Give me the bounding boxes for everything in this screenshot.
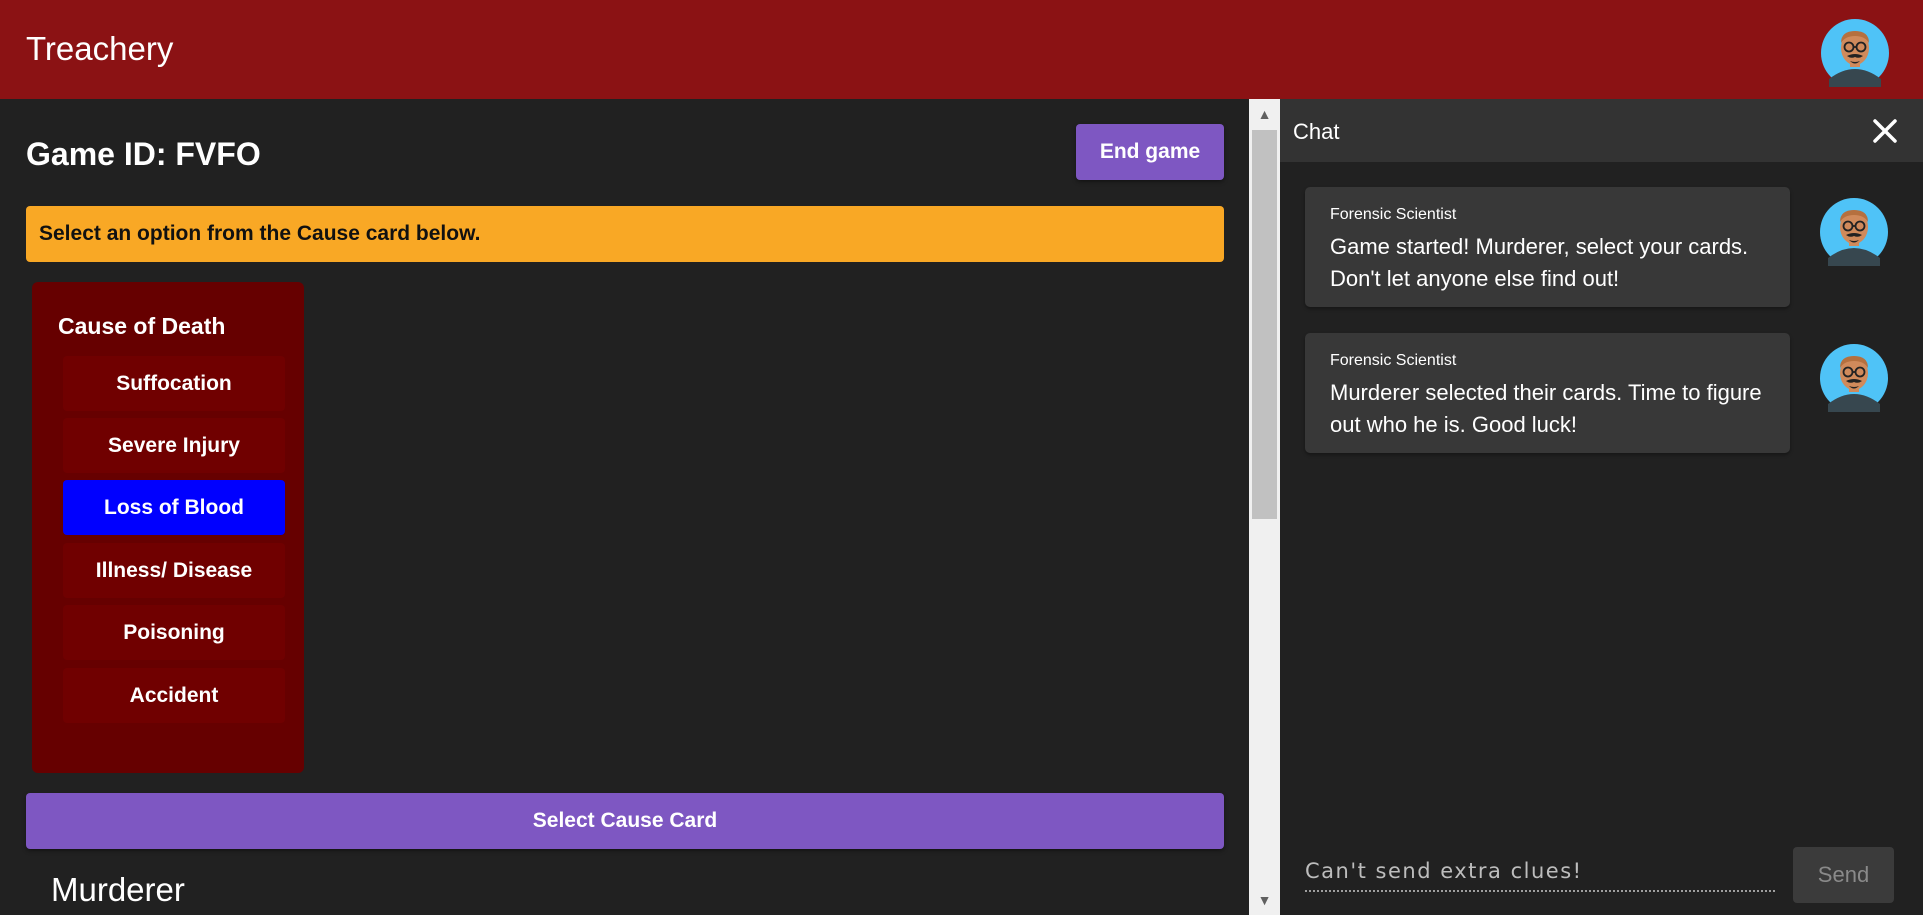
card-title: Cause of Death: [58, 313, 226, 339]
top-app-bar: Treachery: [0, 0, 1923, 99]
cause-card: Cause of Death Suffocation Severe Injury…: [32, 282, 304, 773]
avatar-icon[interactable]: [1821, 19, 1889, 87]
end-game-button[interactable]: End game: [1076, 124, 1224, 180]
card-option-poisoning[interactable]: Poisoning: [63, 605, 285, 660]
card-option-loss-of-blood[interactable]: Loss of Blood: [63, 480, 285, 535]
game-id-label: Game ID: FVFO: [26, 136, 261, 172]
message-text: Game started! Murderer, select your card…: [1330, 234, 1749, 291]
chat-message: Forensic Scientist Game started! Murdere…: [1305, 187, 1790, 307]
avatar-icon: [1820, 344, 1888, 412]
instruction-alert: Select an option from the Cause card bel…: [26, 206, 1224, 262]
card-option-accident[interactable]: Accident: [63, 668, 285, 723]
card-option-illness-disease[interactable]: Illness/ Disease: [63, 543, 285, 598]
chat-input[interactable]: [1305, 842, 1775, 892]
select-cause-card-button[interactable]: Select Cause Card: [26, 793, 1224, 849]
chat-title: Chat: [1293, 119, 1340, 144]
chat-message: Forensic Scientist Murderer selected the…: [1305, 333, 1790, 453]
message-author: Forensic Scientist: [1330, 352, 1457, 369]
scrollbar-thumb[interactable]: [1252, 130, 1277, 519]
scroll-up-arrow-icon[interactable]: ▲: [1249, 99, 1280, 129]
card-option-suffocation[interactable]: Suffocation: [63, 356, 285, 411]
close-icon[interactable]: [1867, 113, 1903, 149]
avatar-icon: [1820, 198, 1888, 266]
message-text: Murderer selected their cards. Time to f…: [1330, 380, 1762, 437]
message-author: Forensic Scientist: [1330, 206, 1457, 223]
chat-panel: Chat Forensic Scientist Game started! Mu…: [1280, 99, 1923, 915]
chat-header: Chat: [1280, 99, 1923, 162]
app-title: Treachery: [26, 30, 174, 67]
scrollbar[interactable]: ▲ ▼: [1249, 99, 1280, 915]
scroll-down-arrow-icon[interactable]: ▼: [1249, 885, 1280, 915]
role-heading: Murderer: [51, 871, 185, 908]
game-panel: Game ID: FVFO End game Select an option …: [0, 99, 1249, 915]
send-button[interactable]: Send: [1793, 847, 1894, 903]
card-option-severe-injury[interactable]: Severe Injury: [63, 418, 285, 473]
